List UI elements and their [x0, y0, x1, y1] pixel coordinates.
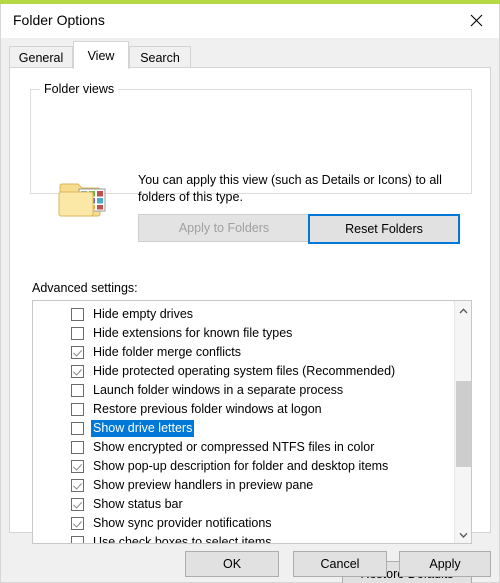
folder-views-description: You can apply this view (such as Details…	[138, 173, 442, 204]
apply-to-folders-button[interactable]: Apply to Folders	[138, 214, 310, 242]
list-item-label: Hide extensions for known file types	[93, 326, 293, 340]
checkbox-icon[interactable]	[71, 441, 84, 454]
tab-view-label: View	[87, 48, 115, 63]
list-item[interactable]: Show encrypted or compressed NTFS files …	[33, 438, 453, 457]
list-item[interactable]: Show preview handlers in preview pane	[33, 476, 453, 495]
tab-view[interactable]: View	[73, 41, 129, 69]
list-item[interactable]: Hide folder merge conflicts	[33, 343, 453, 362]
page-title: Folder Options	[13, 12, 105, 28]
close-icon	[470, 14, 483, 27]
scroll-down-button[interactable]	[455, 525, 471, 543]
list-item[interactable]: Restore previous folder windows at logon	[33, 400, 453, 419]
list-item-label: Launch folder windows in a separate proc…	[93, 383, 344, 397]
list-item[interactable]: Show pop-up description for folder and d…	[33, 457, 453, 476]
checkbox-icon[interactable]	[71, 365, 84, 378]
list-item[interactable]: Hide empty drives	[33, 305, 453, 324]
reset-folders-button[interactable]: Reset Folders	[308, 214, 460, 244]
folder-views-icon	[58, 178, 110, 222]
checkbox-icon[interactable]	[71, 536, 84, 543]
advanced-settings-label: Advanced settings:	[32, 281, 138, 295]
apply-label: Apply	[429, 557, 461, 571]
ok-label: OK	[222, 557, 242, 571]
list-item-label: Show pop-up description for folder and d…	[93, 459, 389, 473]
folder-views-group-title: Folder views	[40, 82, 119, 96]
checkbox-icon[interactable]	[71, 327, 84, 340]
checkbox-icon[interactable]	[71, 308, 84, 321]
checkbox-icon[interactable]	[71, 422, 84, 435]
tab-search-label: Search	[140, 50, 180, 65]
chevron-up-icon	[459, 303, 468, 317]
list-item-label: Show sync provider notifications	[93, 516, 272, 530]
title-bar: Folder Options	[1, 4, 499, 38]
list-item-label: Show drive letters	[91, 420, 195, 437]
advanced-settings-list: Hide empty drives Hide extensions for kno…	[33, 301, 453, 544]
list-item-label: Hide empty drives	[93, 307, 194, 321]
checkbox-icon[interactable]	[71, 403, 84, 416]
checkbox-icon[interactable]	[71, 498, 84, 511]
list-item[interactable]: Show sync provider notifications	[33, 514, 453, 533]
scroll-up-button[interactable]	[455, 301, 471, 319]
chevron-down-icon	[459, 527, 468, 541]
list-item-label: Use check boxes to select items	[93, 535, 272, 544]
list-item[interactable]: Show drive letters	[33, 419, 453, 438]
list-item-label: Hide folder merge conflicts	[93, 345, 241, 359]
list-item-label: Show status bar	[93, 497, 183, 511]
list-item[interactable]: Launch folder windows in a separate proc…	[33, 381, 453, 400]
ok-button[interactable]: OK	[185, 551, 279, 577]
list-item-label: Restore previous folder windows at logon	[93, 402, 322, 416]
close-button[interactable]	[453, 4, 499, 37]
list-item[interactable]: Show status bar	[33, 495, 453, 514]
scrollbar-thumb[interactable]	[456, 381, 471, 467]
checkbox-icon[interactable]	[71, 384, 84, 397]
view-tab-panel: Folder views You can apply this view (su…	[9, 67, 491, 583]
folder-options-dialog: Folder Options General View Search Folde…	[0, 4, 500, 583]
list-item-label: Show preview handlers in preview pane	[93, 478, 314, 492]
list-item-label: Show encrypted or compressed NTFS files …	[93, 440, 375, 454]
cancel-button[interactable]: Cancel	[293, 551, 387, 577]
reset-folders-label: Reset Folders	[345, 222, 423, 236]
apply-button[interactable]: Apply	[399, 551, 491, 577]
list-item[interactable]: Hide extensions for known file types	[33, 324, 453, 343]
tab-search[interactable]: Search	[129, 46, 191, 68]
checkbox-icon[interactable]	[71, 346, 84, 359]
checkbox-icon[interactable]	[71, 460, 84, 473]
tab-strip: General View Search	[1, 38, 499, 69]
advanced-settings-listbox[interactable]: Hide empty drives Hide extensions for kno…	[32, 300, 472, 544]
checkbox-icon[interactable]	[71, 479, 84, 492]
tab-general[interactable]: General	[9, 46, 73, 68]
tab-general-label: General	[18, 50, 64, 65]
list-item[interactable]: Hide protected operating system files (R…	[33, 362, 453, 381]
advanced-settings-scrollbar[interactable]	[454, 301, 471, 543]
cancel-label: Cancel	[320, 557, 360, 571]
list-item-label: Hide protected operating system files (R…	[93, 364, 396, 378]
list-item[interactable]: Use check boxes to select items	[33, 533, 453, 544]
apply-to-folders-label: Apply to Folders	[178, 221, 270, 235]
checkbox-icon[interactable]	[71, 517, 84, 530]
